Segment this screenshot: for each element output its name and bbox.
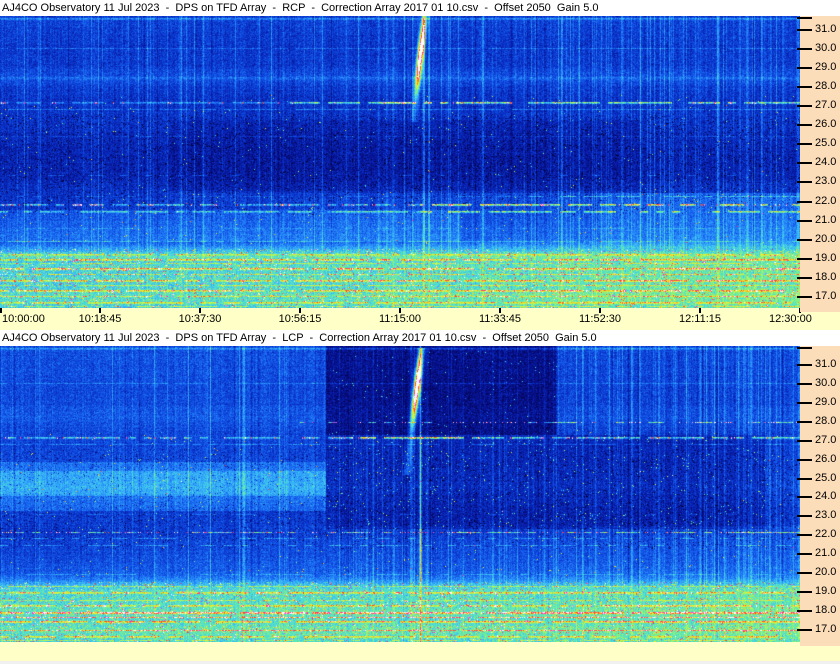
panel-title-bar-lcp: AJ4CO Observatory 11 Jul 2023 - DPS on T…	[0, 330, 840, 346]
freq-scale-rcp: 31.0 30.0 29.0 28.0 27.0 26.0 25.0 24.0 23.0 22.0…	[797, 16, 840, 312]
freq-tick-label: 18.0	[815, 271, 837, 283]
time-tick-label: 12:11:15	[678, 313, 722, 325]
time-tick-label: 11:15:00	[378, 313, 422, 325]
panel-title-rcp: AJ4CO Observatory 11 Jul 2023 - DPS on T…	[2, 2, 599, 14]
time-tick-label: 12:30:00	[769, 313, 812, 325]
freq-tick-label: 30.0	[815, 42, 837, 54]
freq-tick	[797, 105, 812, 107]
freq-tick-label: 26.0	[815, 118, 837, 130]
freq-tick-label: 20.0	[815, 233, 837, 245]
freq-tick	[797, 421, 812, 423]
freq-tick-label: 29.0	[815, 396, 837, 408]
freq-tick-label: 24.0	[815, 156, 837, 168]
spectrogram-lcp[interactable]	[0, 346, 800, 642]
freq-tick-label: 25.0	[815, 472, 837, 484]
freq-tick-label: 28.0	[815, 415, 837, 427]
freq-tick	[797, 67, 812, 69]
freq-tick	[797, 347, 812, 349]
freq-tick	[797, 220, 812, 222]
freq-tick	[797, 610, 812, 612]
freq-scale-lcp: 31.0 30.0 29.0 28.0 27.0 26.0 25.0 24.0 23.0 22.0…	[797, 346, 840, 646]
freq-tick	[797, 515, 812, 517]
freq-tick	[797, 364, 812, 366]
freq-tick	[797, 17, 812, 19]
freq-tick-label: 30.0	[815, 377, 837, 389]
freq-tick	[797, 162, 812, 164]
freq-tick-label: 31.0	[815, 358, 837, 370]
freq-tick	[797, 553, 812, 555]
time-tick-label: 10:00:00	[2, 313, 45, 325]
freq-tick	[797, 629, 812, 631]
freq-tick	[797, 534, 812, 536]
freq-tick	[797, 572, 812, 574]
freq-tick-label: 19.0	[815, 252, 837, 264]
freq-tick	[797, 86, 812, 88]
freq-tick-label: 26.0	[815, 453, 837, 465]
freq-tick	[797, 459, 812, 461]
freq-tick-label: 31.0	[815, 23, 837, 35]
freq-tick-label: 19.0	[815, 585, 837, 597]
freq-tick-label: 25.0	[815, 137, 837, 149]
panel-title-lcp: AJ4CO Observatory 11 Jul 2023 - DPS on T…	[2, 332, 597, 344]
freq-tick	[797, 296, 812, 298]
freq-tick-label: 27.0	[815, 99, 837, 111]
freq-tick	[797, 591, 812, 593]
freq-tick	[797, 440, 812, 442]
freq-tick-label: 17.0	[815, 290, 837, 302]
spectrogram-rcp[interactable]	[0, 16, 800, 308]
freq-tick-label: 28.0	[815, 80, 837, 92]
freq-tick-label: 24.0	[815, 490, 837, 502]
freq-tick-label: 22.0	[815, 195, 837, 207]
freq-tick-label: 29.0	[815, 61, 837, 73]
freq-tick-label: 21.0	[815, 214, 837, 226]
freq-tick-label: 22.0	[815, 528, 837, 540]
freq-tick	[797, 402, 812, 404]
freq-tick	[797, 124, 812, 126]
freq-tick	[797, 258, 812, 260]
freq-tick	[797, 496, 812, 498]
time-tick-label: 10:37:30	[178, 313, 222, 325]
freq-tick	[797, 383, 812, 385]
freq-tick-label: 17.0	[815, 623, 837, 635]
time-tick-label: 11:33:45	[478, 313, 522, 325]
freq-tick	[797, 48, 812, 50]
freq-tick	[797, 143, 812, 145]
time-tick-label: 11:52:30	[578, 313, 622, 325]
freq-tick-label: 20.0	[815, 566, 837, 578]
panel-title-bar-rcp: AJ4CO Observatory 11 Jul 2023 - DPS on T…	[0, 0, 840, 16]
time-tick-label: 10:18:45	[78, 313, 122, 325]
freq-tick	[797, 29, 812, 31]
radio-sky-spectrograph-window: AJ4CO Observatory 11 Jul 2023 - DPS on T…	[0, 0, 840, 664]
time-axis: 10:00:00 10:18:45 10:37:30 10:56:15 11:15:00…	[0, 308, 840, 330]
freq-tick	[797, 201, 812, 203]
time-tick-label: 10:56:15	[278, 313, 322, 325]
freq-tick-label: 27.0	[815, 434, 837, 446]
freq-tick	[797, 277, 812, 279]
freq-tick-label: 21.0	[815, 547, 837, 559]
freq-tick-label: 23.0	[815, 175, 837, 187]
freq-tick	[797, 181, 812, 183]
freq-tick-label: 23.0	[815, 509, 837, 521]
freq-tick	[797, 239, 812, 241]
freq-tick	[797, 478, 812, 480]
freq-tick-label: 18.0	[815, 604, 837, 616]
